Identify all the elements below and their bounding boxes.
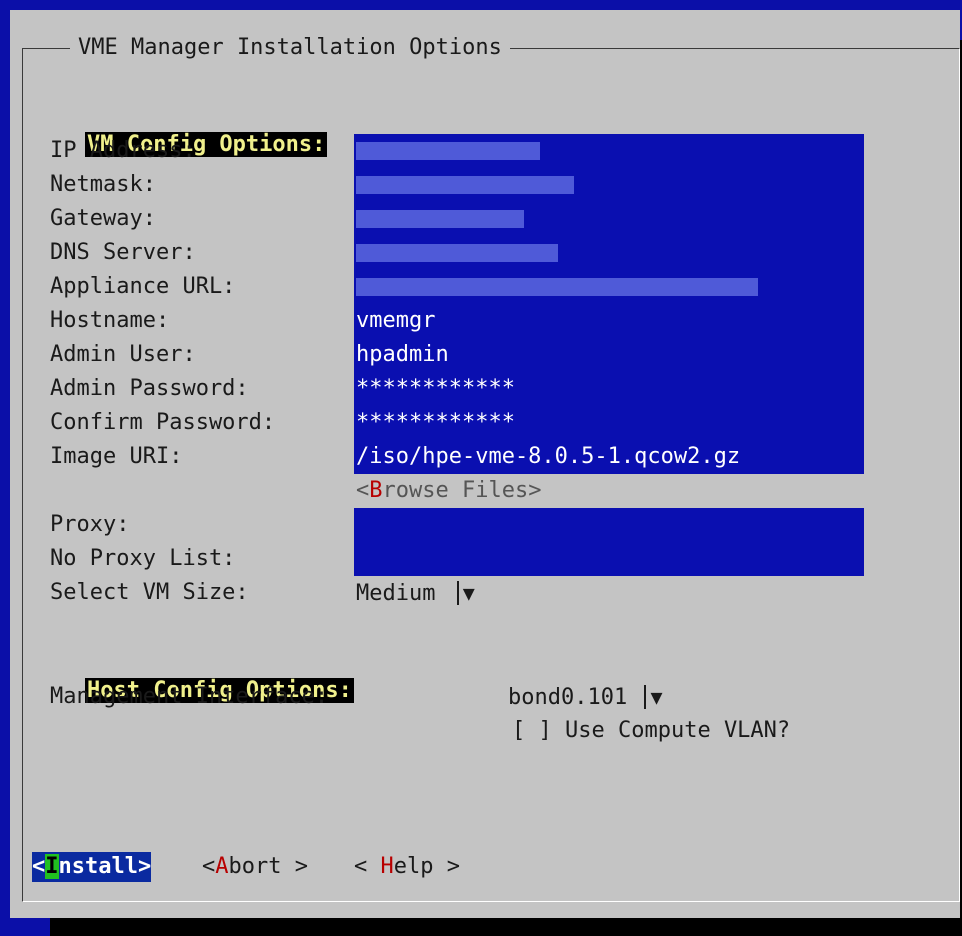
no-proxy-list-label: No Proxy List: (50, 546, 236, 571)
dns-server-label: DNS Server: (50, 240, 196, 265)
proxy-field[interactable] (354, 508, 864, 542)
install-open-bracket: < (32, 854, 46, 879)
management-interface-select[interactable]: bond0.101 ▼ (508, 682, 663, 713)
netmask-field[interactable] (354, 168, 864, 202)
management-interface-value: bond0.101 (508, 685, 628, 710)
installation-options-dialog: VME Manager Installation Options VM Conf… (10, 10, 960, 918)
install-label: nstall> (58, 854, 152, 879)
admin-password-label: Admin Password: (50, 376, 249, 401)
browse-open-bracket: < (356, 478, 370, 503)
image-uri-field[interactable]: /iso/hpe-vme-8.0.5-1.qcow2.gz (354, 440, 864, 474)
help-button[interactable]: < Help > (354, 852, 460, 882)
help-label: elp > (393, 854, 460, 879)
no-proxy-list-field[interactable] (354, 542, 864, 576)
admin-user-label: Admin User: (50, 342, 196, 367)
chevron-down-icon: ▼ (456, 581, 475, 605)
abort-button[interactable]: <Abort > (202, 852, 308, 882)
gateway-field[interactable] (354, 202, 864, 236)
ip-address-redacted (356, 142, 540, 160)
install-button[interactable]: <Install> (32, 852, 152, 882)
hostname-field[interactable]: vmemgr (354, 304, 864, 338)
help-hotkey: H (380, 854, 394, 879)
netmask-label: Netmask: (50, 172, 156, 197)
ip-address-label: IP Address: (50, 138, 196, 163)
management-interface-label: Management Interface: (50, 684, 329, 709)
dns-server-field[interactable] (354, 236, 864, 270)
dialog-title: VME Manager Installation Options (70, 34, 510, 62)
ip-address-field[interactable] (354, 134, 864, 168)
compute-vlan-checkbox[interactable]: [ ] (512, 718, 552, 743)
abort-label: bort > (228, 854, 308, 879)
appliance-url-label: Appliance URL: (50, 274, 236, 299)
image-uri-label: Image URI: (50, 444, 183, 469)
gateway-redacted (356, 210, 524, 228)
appliance-url-field[interactable] (354, 270, 864, 304)
gateway-label: Gateway: (50, 206, 156, 231)
browse-hotkey: B (369, 478, 383, 503)
appliance-url-redacted (356, 278, 758, 296)
confirm-password-label: Confirm Password: (50, 410, 276, 435)
compute-vlan-label: Use Compute VLAN? (565, 718, 791, 743)
admin-user-field[interactable]: hpadmin (354, 338, 864, 372)
hostname-label: Hostname: (50, 308, 170, 333)
vm-size-value: Medium (356, 581, 436, 606)
chevron-down-icon: ▼ (644, 685, 663, 709)
browse-label: rowse Files> (382, 478, 542, 503)
dns-server-redacted (356, 244, 558, 262)
compute-vlan-checkbox-row[interactable]: [ ] Use Compute VLAN? (512, 716, 790, 746)
vm-size-label: Select VM Size: (50, 580, 249, 605)
proxy-label: Proxy: (50, 512, 130, 537)
dialog-shadow-bottom (50, 918, 962, 936)
abort-open-bracket: < (202, 854, 216, 879)
confirm-password-field[interactable]: ************ (354, 406, 864, 440)
vm-size-select[interactable]: Medium ▼ (356, 578, 475, 609)
browse-files-button[interactable]: <Browse Files> (356, 476, 541, 506)
abort-hotkey: A (215, 854, 229, 879)
admin-password-field[interactable]: ************ (354, 372, 864, 406)
netmask-redacted (356, 176, 574, 194)
install-hotkey: I (45, 854, 59, 879)
help-open-bracket: < (354, 854, 381, 879)
